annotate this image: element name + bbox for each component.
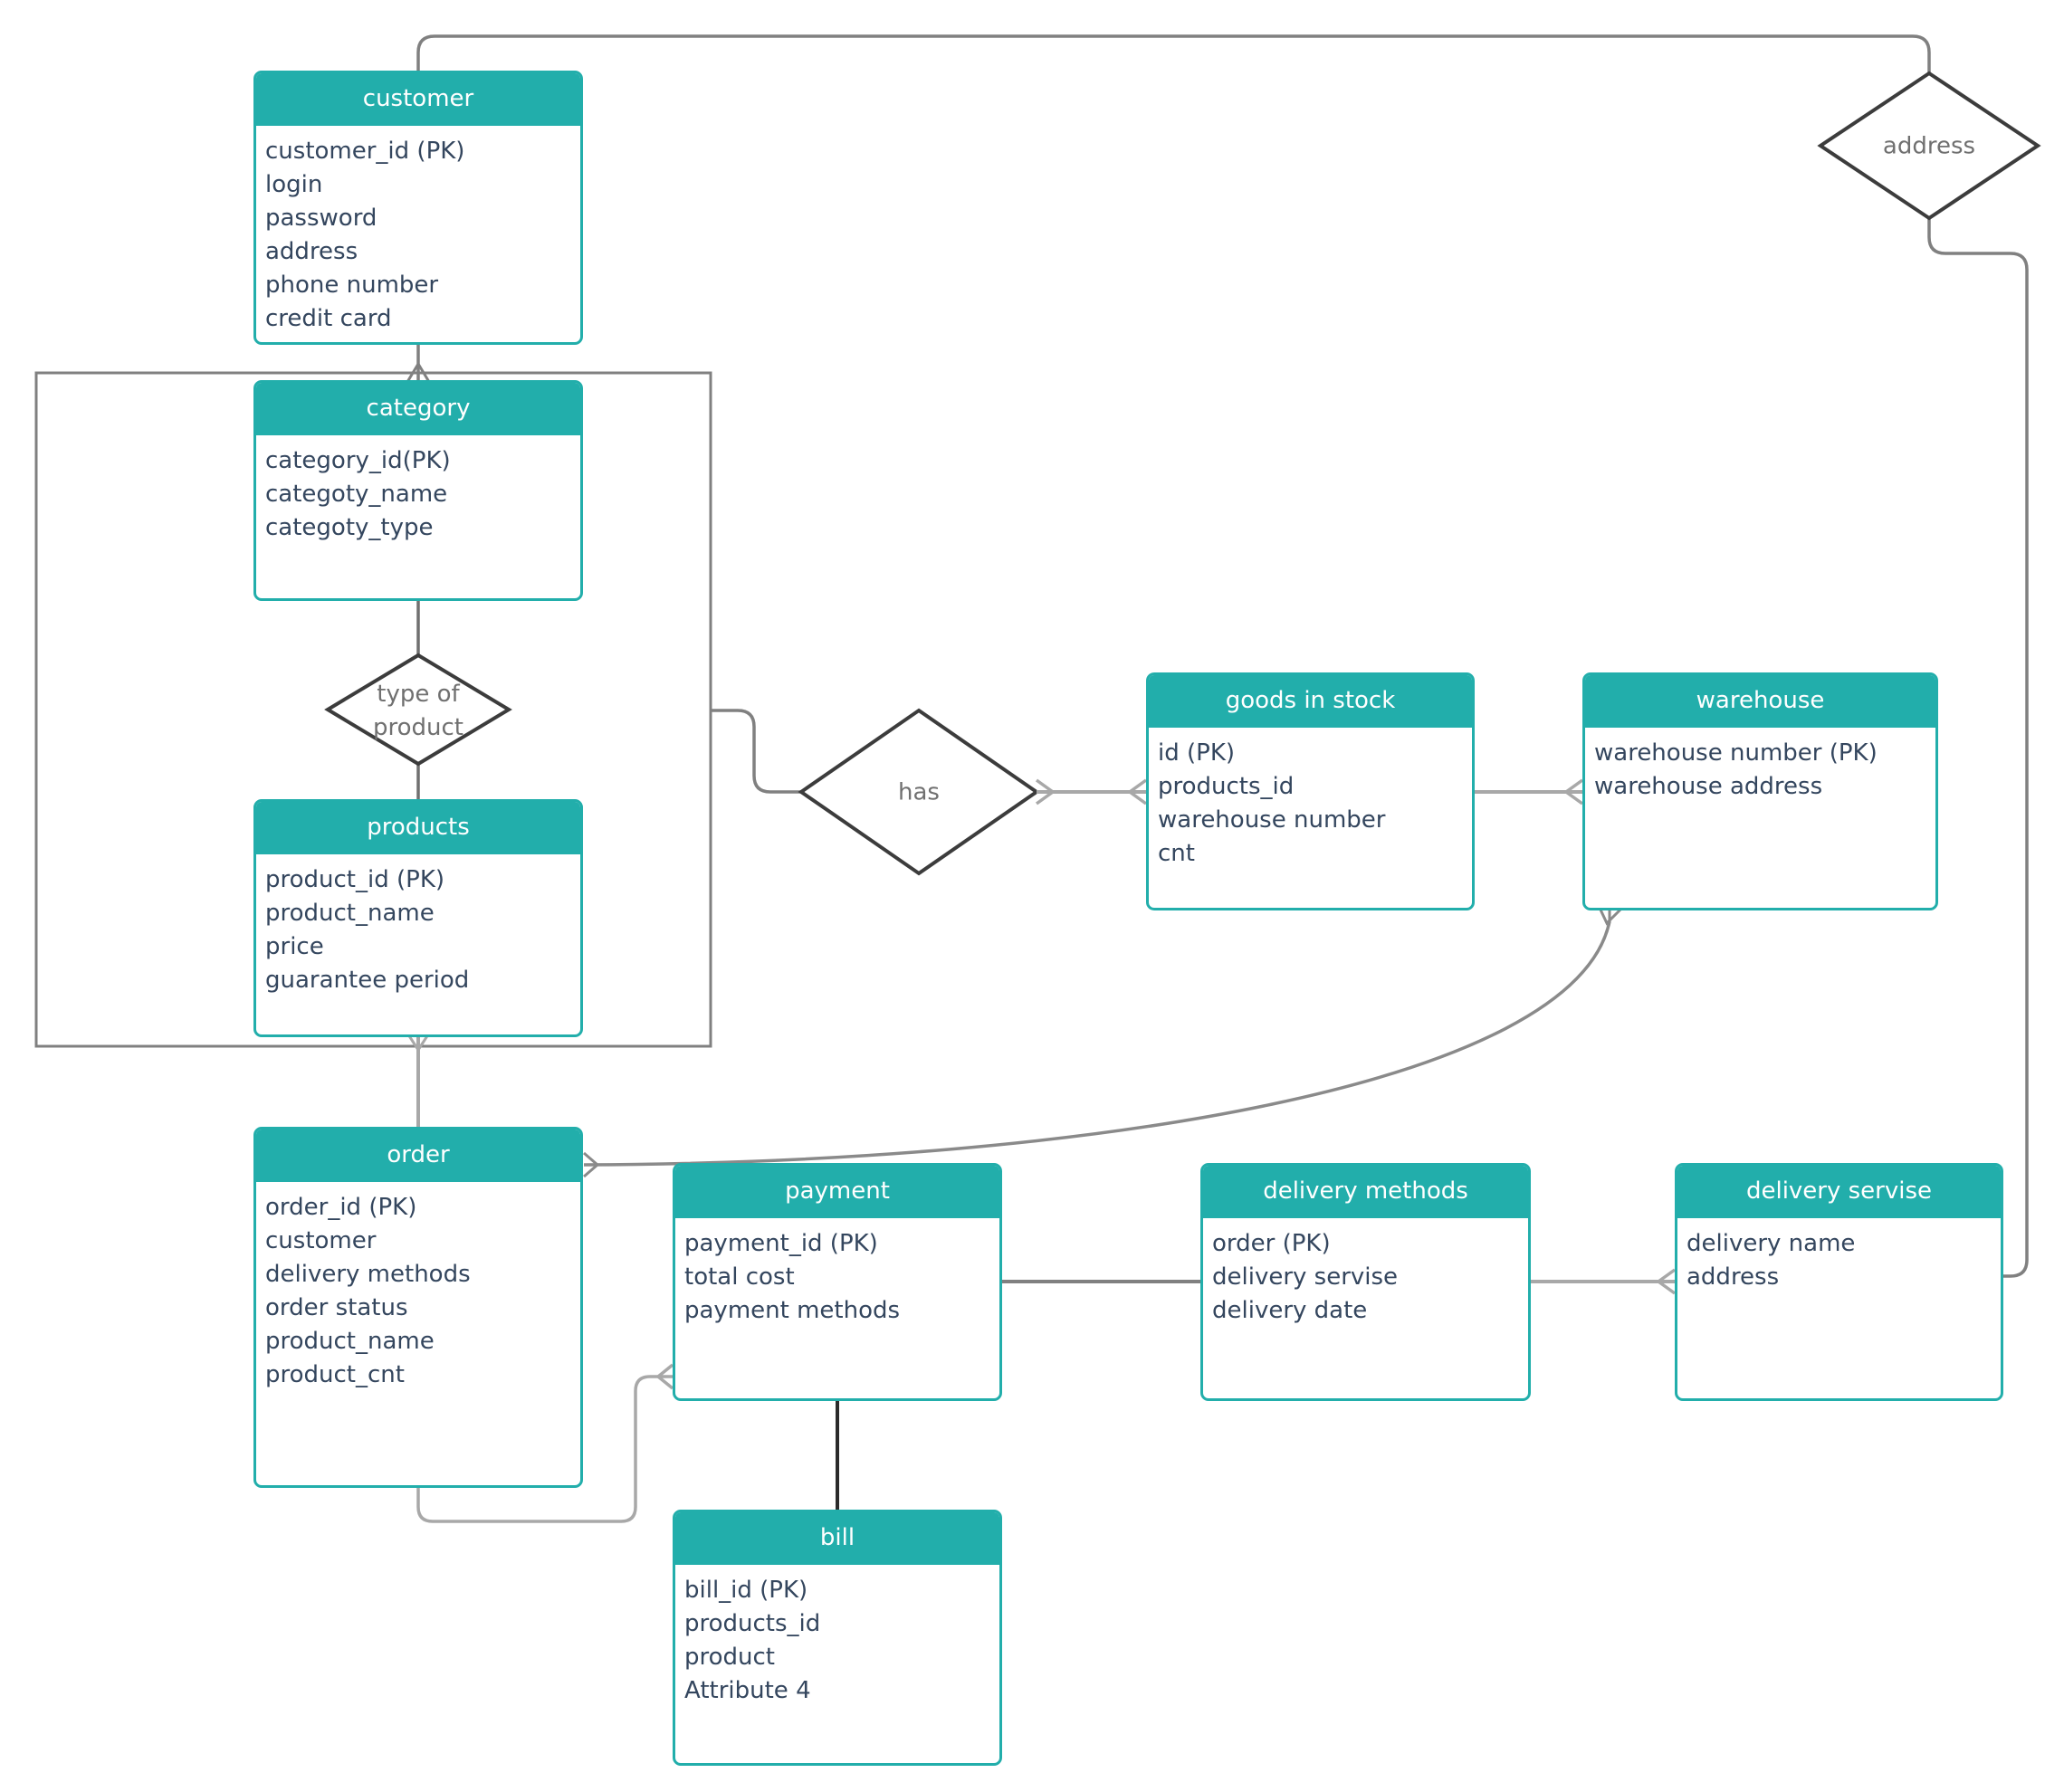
entity-order[interactable]: order order_id (PK) customer delivery me… xyxy=(253,1127,583,1488)
entity-title: payment xyxy=(675,1166,999,1218)
attribute: category_id(PK) xyxy=(265,447,451,474)
attribute: cnt xyxy=(1158,840,1195,867)
relationship-label-has: has xyxy=(898,778,940,806)
attribute: address xyxy=(265,238,358,265)
attribute: product_name xyxy=(265,1328,435,1355)
attribute: delivery name xyxy=(1687,1230,1856,1257)
entity-title: delivery servise xyxy=(1677,1166,2001,1218)
attribute: product_cnt xyxy=(265,1361,405,1388)
attribute-list: product_id (PK) product_name price guara… xyxy=(256,854,580,997)
attribute: order status xyxy=(265,1294,408,1321)
attribute: product_id (PK) xyxy=(265,866,445,893)
connector-address-delivery-servise xyxy=(1927,218,2029,1278)
attribute: product xyxy=(684,1644,776,1671)
entity-title: order xyxy=(256,1130,580,1182)
attribute: Attribute 4 xyxy=(684,1677,811,1704)
attribute: id (PK) xyxy=(1158,739,1236,767)
entity-warehouse[interactable]: warehouse warehouse number (PK) warehous… xyxy=(1582,672,1938,910)
entity-delivery-methods[interactable]: delivery methods order (PK) delivery ser… xyxy=(1200,1163,1531,1401)
attribute: delivery servise xyxy=(1212,1263,1399,1291)
attribute: product_name xyxy=(265,900,435,927)
entity-title: goods in stock xyxy=(1149,675,1472,728)
attribute: phone number xyxy=(265,272,439,299)
entity-payment[interactable]: payment payment_id (PK) total cost payme… xyxy=(673,1163,1002,1401)
attribute: categoty_type xyxy=(265,514,434,541)
entity-title: warehouse xyxy=(1585,675,1935,728)
attribute: bill_id (PK) xyxy=(684,1577,808,1604)
entity-products[interactable]: products product_id (PK) product_name pr… xyxy=(253,799,583,1037)
entity-category[interactable]: category category_id(PK) categoty_name c… xyxy=(253,380,583,601)
attribute: order (PK) xyxy=(1212,1230,1331,1257)
entity-goods-in-stock[interactable]: goods in stock id (PK) products_id wareh… xyxy=(1146,672,1475,910)
attribute: warehouse number (PK) xyxy=(1594,739,1878,767)
attribute-list: payment_id (PK) total cost payment metho… xyxy=(675,1218,999,1328)
attribute: order_id (PK) xyxy=(265,1194,417,1221)
connector-warehouse-order xyxy=(583,920,1611,1167)
attribute: guarantee period xyxy=(265,967,470,994)
attribute-list: bill_id (PK) products_id product Attribu… xyxy=(675,1565,999,1708)
attribute-list: warehouse number (PK) warehouse address xyxy=(1585,728,1935,804)
entity-bill[interactable]: bill bill_id (PK) products_id product At… xyxy=(673,1510,1002,1766)
attribute: login xyxy=(265,171,323,198)
attribute: address xyxy=(1687,1263,1780,1291)
attribute-list: order (PK) delivery servise delivery dat… xyxy=(1203,1218,1528,1328)
attribute: customer_id (PK) xyxy=(265,138,465,165)
entity-title: products xyxy=(256,802,580,854)
attribute: password xyxy=(265,205,377,232)
attribute-list: delivery name address xyxy=(1677,1218,2001,1294)
attribute-list: customer_id (PK) login password address … xyxy=(256,126,580,336)
relationship-label-address: address xyxy=(1882,132,1976,160)
attribute-list: id (PK) products_id warehouse number cnt xyxy=(1149,728,1472,871)
attribute: products_id xyxy=(1158,773,1295,800)
attribute: payment_id (PK) xyxy=(684,1230,878,1257)
entity-title: delivery methods xyxy=(1203,1166,1528,1218)
connector-frame-has xyxy=(711,709,801,794)
attribute: price xyxy=(265,933,324,960)
attribute-list: category_id(PK) categoty_name categoty_t… xyxy=(256,435,580,545)
attribute: customer xyxy=(265,1227,377,1254)
attribute: delivery date xyxy=(1212,1297,1368,1324)
attribute: warehouse number xyxy=(1158,806,1386,834)
attribute: warehouse address xyxy=(1594,773,1823,800)
attribute: credit card xyxy=(265,305,392,332)
entity-title: customer xyxy=(256,73,580,126)
attribute: payment methods xyxy=(684,1297,901,1324)
entity-title: category xyxy=(256,383,580,435)
attribute: products_id xyxy=(684,1610,821,1637)
relationship-label-type-of-product: type of product xyxy=(372,681,464,741)
attribute: categoty_name xyxy=(265,481,448,508)
entity-delivery-servise[interactable]: delivery servise delivery name address xyxy=(1675,1163,2003,1401)
attribute: total cost xyxy=(684,1263,795,1291)
connector-customer-address xyxy=(416,34,1931,73)
attribute: delivery methods xyxy=(265,1261,471,1288)
entity-customer[interactable]: customer customer_id (PK) login password… xyxy=(253,71,583,345)
attribute-list: order_id (PK) customer delivery methods … xyxy=(256,1182,580,1392)
entity-title: bill xyxy=(675,1512,999,1565)
